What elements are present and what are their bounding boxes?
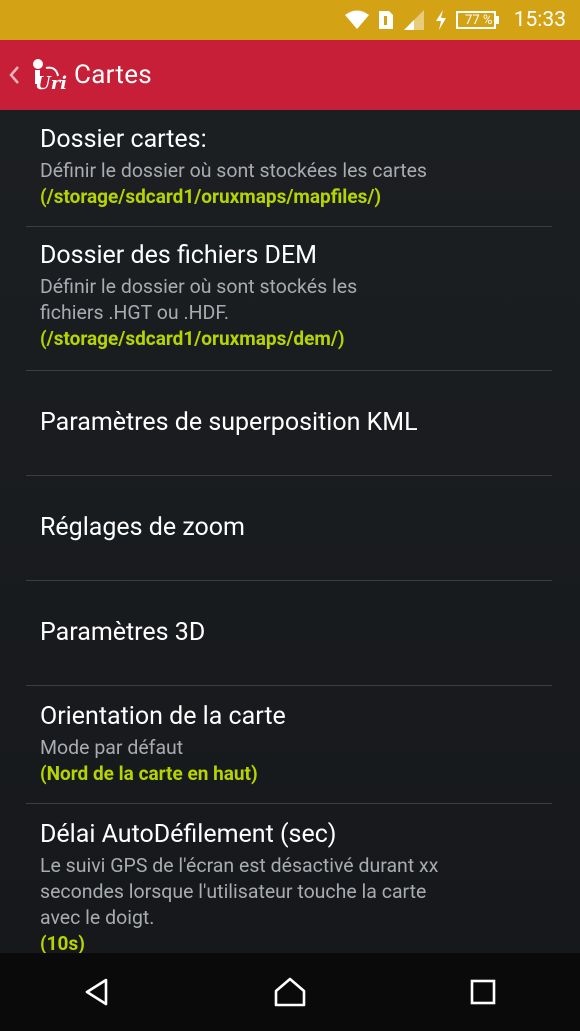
pref-value: (/storage/sdcard1/oruxmaps/mapfiles/) [40,185,382,208]
pref-dem-folder[interactable]: Dossier des fichiers DEM Définir le doss… [26,227,552,371]
pref-title: Dossier des fichiers DEM [40,241,318,270]
clock-time: 15:33 [513,8,566,32]
status-bar: 77 % 15:33 [0,0,580,40]
pref-zoom-settings[interactable]: Réglages de zoom [26,476,552,581]
status-icons: 77 % 15:33 [344,0,566,40]
pref-title: Orientation de la carte [40,702,286,731]
pref-summary: Mode par défaut [40,736,184,759]
sim-icon [378,10,394,30]
pref-summary: Définir le dossier où sont stockées les … [40,159,427,182]
pref-summary-line: avec le doigt. [40,906,155,929]
preferences-list: Dossier cartes: Définir le dossier où so… [0,110,580,953]
app-logo-icon[interactable]: Uri [26,56,68,94]
battery-percent: 77 % [465,12,493,28]
pref-title: Paramètres 3D [40,618,206,647]
pref-title: Délai AutoDéfilement (sec) [40,820,337,849]
navigation-bar [0,953,580,1031]
pref-value: (/storage/sdcard1/oruxmaps/dem/) [40,327,345,350]
pref-value: (10s) [40,932,85,953]
pref-title: Paramètres de superposition KML [40,408,418,437]
pref-summary-line: Définir le dossier où sont stockés les [40,275,358,298]
pref-summary-line: Le suivi GPS de l'écran est désactivé du… [40,854,439,877]
pref-autoscroll-delay[interactable]: Délai AutoDéfilement (sec) Le suivi GPS … [26,804,552,953]
back-triangle-icon[interactable] [67,962,127,1022]
home-icon[interactable] [260,962,320,1022]
pref-3d-settings[interactable]: Paramètres 3D [26,581,552,686]
pref-summary-line: fichiers .HGT ou .HDF. [40,301,230,324]
pref-map-orientation[interactable]: Orientation de la carte Mode par défaut … [26,686,552,804]
signal-icon [402,9,426,31]
page-title: Cartes [74,60,153,90]
pref-maps-folder[interactable]: Dossier cartes: Définir le dossier où so… [26,110,552,227]
wifi-icon [344,9,370,31]
recents-icon[interactable] [453,962,513,1022]
charging-icon [434,9,448,31]
pref-title: Réglages de zoom [40,513,245,542]
pref-title: Dossier cartes: [40,125,207,154]
pref-summary-line: secondes lorsque l'utilisateur touche la… [40,880,427,903]
back-chevron-icon[interactable] [8,65,22,85]
pref-value: (Nord de la carte en haut) [40,762,258,785]
app-bar: Uri Cartes [0,40,580,110]
pref-kml-overlay[interactable]: Paramètres de superposition KML [26,371,552,476]
app-logo-text: Uri [35,73,68,94]
